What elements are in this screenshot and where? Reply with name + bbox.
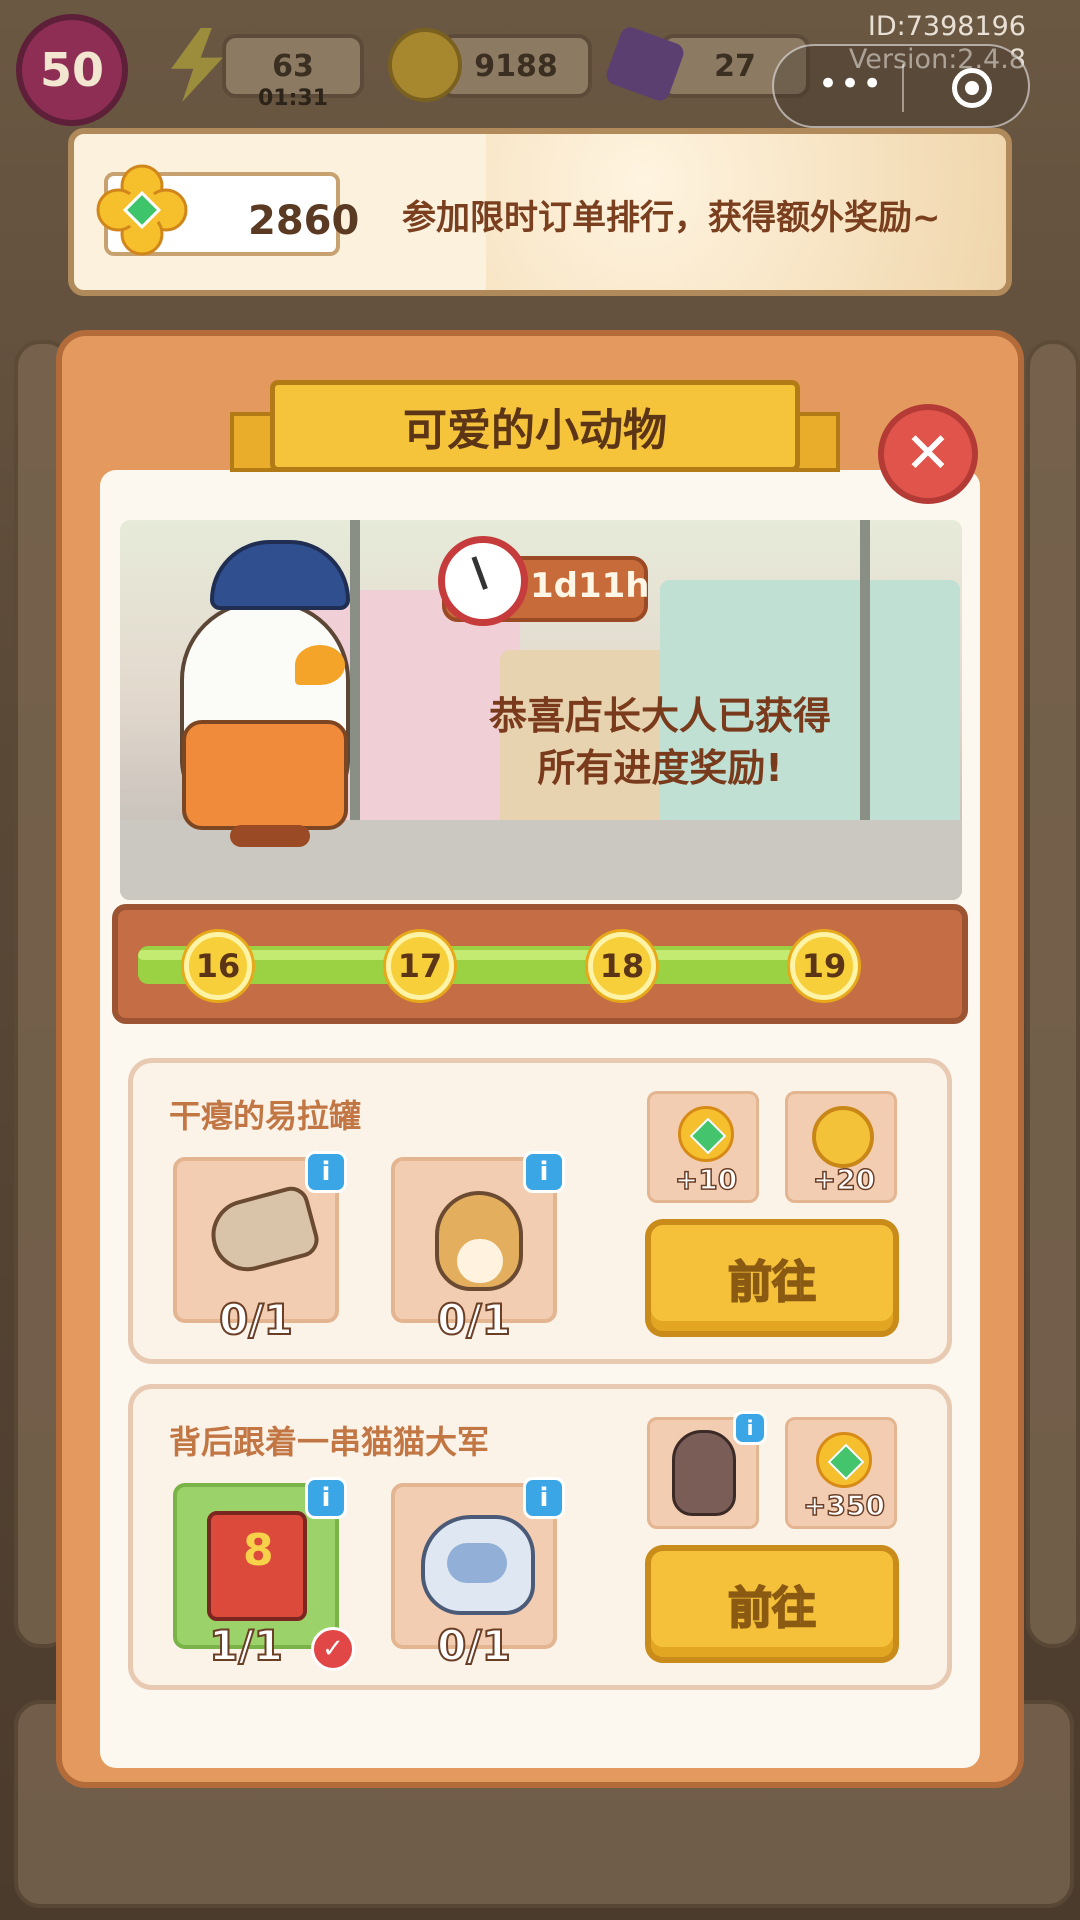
hamster-icon bbox=[435, 1191, 523, 1291]
close-miniprogram-icon[interactable] bbox=[952, 68, 992, 108]
title-ribbon: 可爱的小动物 bbox=[230, 380, 840, 478]
street-pole-left bbox=[350, 520, 360, 820]
progress-bar-frame: 16 17 18 19 bbox=[112, 904, 968, 1024]
level-value: 50 bbox=[39, 43, 104, 97]
red-book-icon bbox=[207, 1511, 307, 1621]
level-badge[interactable]: 50 bbox=[16, 14, 128, 126]
go-button[interactable]: 前往 bbox=[645, 1219, 899, 1337]
close-icon: ✕ bbox=[904, 421, 952, 486]
completion-message: 恭喜店长大人已获得 所有进度奖励! bbox=[450, 690, 870, 794]
item-count: 1/1 bbox=[208, 1620, 284, 1671]
energy-value: 63 bbox=[272, 48, 314, 84]
crushed-can-icon bbox=[203, 1182, 323, 1280]
completion-message-line2: 所有进度奖励! bbox=[537, 746, 783, 790]
completion-message-line1: 恭喜店长大人已获得 bbox=[488, 694, 831, 738]
gold-coin-icon bbox=[812, 1106, 874, 1168]
reward-slot[interactable]: +350 bbox=[785, 1417, 897, 1529]
item-count: 0/1 bbox=[218, 1294, 294, 1345]
event-score: 2860 bbox=[248, 198, 360, 244]
miniprogram-capsule: ••• bbox=[772, 44, 1030, 128]
clock-icon bbox=[438, 536, 528, 626]
sphynx-cat-icon bbox=[672, 1430, 736, 1516]
event-scene: 1d11h 恭喜店长大人已获得 所有进度奖励! bbox=[120, 520, 962, 900]
gem-value: 27 bbox=[714, 48, 756, 84]
close-button[interactable]: ✕ bbox=[878, 404, 978, 504]
reward-value: +350 bbox=[802, 1488, 885, 1523]
info-icon[interactable]: i bbox=[523, 1151, 565, 1193]
task-title: 干瘪的易拉罐 bbox=[169, 1097, 362, 1135]
info-icon[interactable]: i bbox=[733, 1411, 767, 1445]
milestone-18[interactable]: 18 bbox=[588, 932, 656, 1000]
info-icon[interactable]: i bbox=[523, 1477, 565, 1519]
milestone-17[interactable]: 17 bbox=[386, 932, 454, 1000]
event-timer: 1d11h bbox=[530, 566, 650, 606]
goose-beak bbox=[295, 645, 345, 685]
info-icon[interactable]: i bbox=[305, 1477, 347, 1519]
event-banner-text: 参加限时订单排行，获得额外奖励~ bbox=[402, 198, 941, 238]
event-ranking-banner[interactable]: 2860 参加限时订单排行，获得额外奖励~ bbox=[68, 128, 1012, 296]
goose-hat bbox=[210, 540, 350, 610]
goose-vest bbox=[182, 720, 348, 830]
more-menu-icon[interactable]: ••• bbox=[818, 64, 884, 104]
milestone-19[interactable]: 19 bbox=[790, 932, 858, 1000]
clover-icon bbox=[678, 1106, 734, 1162]
modal-title: 可爱的小动物 bbox=[403, 405, 667, 456]
check-icon: ✓ bbox=[311, 1627, 355, 1671]
goose-feet bbox=[230, 825, 310, 847]
task-card-1: 干瘪的易拉罐 i 0/1 i 0/1 +10 +20 前往 bbox=[128, 1058, 952, 1364]
fluffy-cat-icon bbox=[421, 1515, 535, 1615]
milestone-16[interactable]: 16 bbox=[184, 932, 252, 1000]
reward-value: +10 bbox=[674, 1162, 738, 1197]
coin-counter[interactable]: 9188 bbox=[440, 34, 592, 98]
reward-value: +20 bbox=[812, 1162, 876, 1197]
ribbon-body: 可爱的小动物 bbox=[270, 380, 800, 472]
reward-slot[interactable]: +20 bbox=[785, 1091, 897, 1203]
background-panel-right bbox=[1026, 340, 1080, 1648]
clover-icon bbox=[96, 164, 188, 256]
task-card-2: 背后跟着一串猫猫大军 i 1/1 ✓ i 0/1 i +350 前往 bbox=[128, 1384, 952, 1690]
energy-timer: 01:31 bbox=[258, 86, 329, 111]
user-id: ID:7398196 bbox=[867, 11, 1026, 42]
gold-coin-icon bbox=[388, 28, 462, 102]
go-button[interactable]: 前往 bbox=[645, 1545, 899, 1663]
reward-slot[interactable]: +10 bbox=[647, 1091, 759, 1203]
info-icon[interactable]: i bbox=[305, 1151, 347, 1193]
capsule-divider bbox=[902, 64, 904, 112]
clover-icon bbox=[816, 1432, 872, 1488]
item-count: 0/1 bbox=[436, 1294, 512, 1345]
task-title: 背后跟着一串猫猫大军 bbox=[169, 1423, 490, 1461]
item-count: 0/1 bbox=[436, 1620, 512, 1671]
coin-value: 9188 bbox=[474, 48, 558, 84]
